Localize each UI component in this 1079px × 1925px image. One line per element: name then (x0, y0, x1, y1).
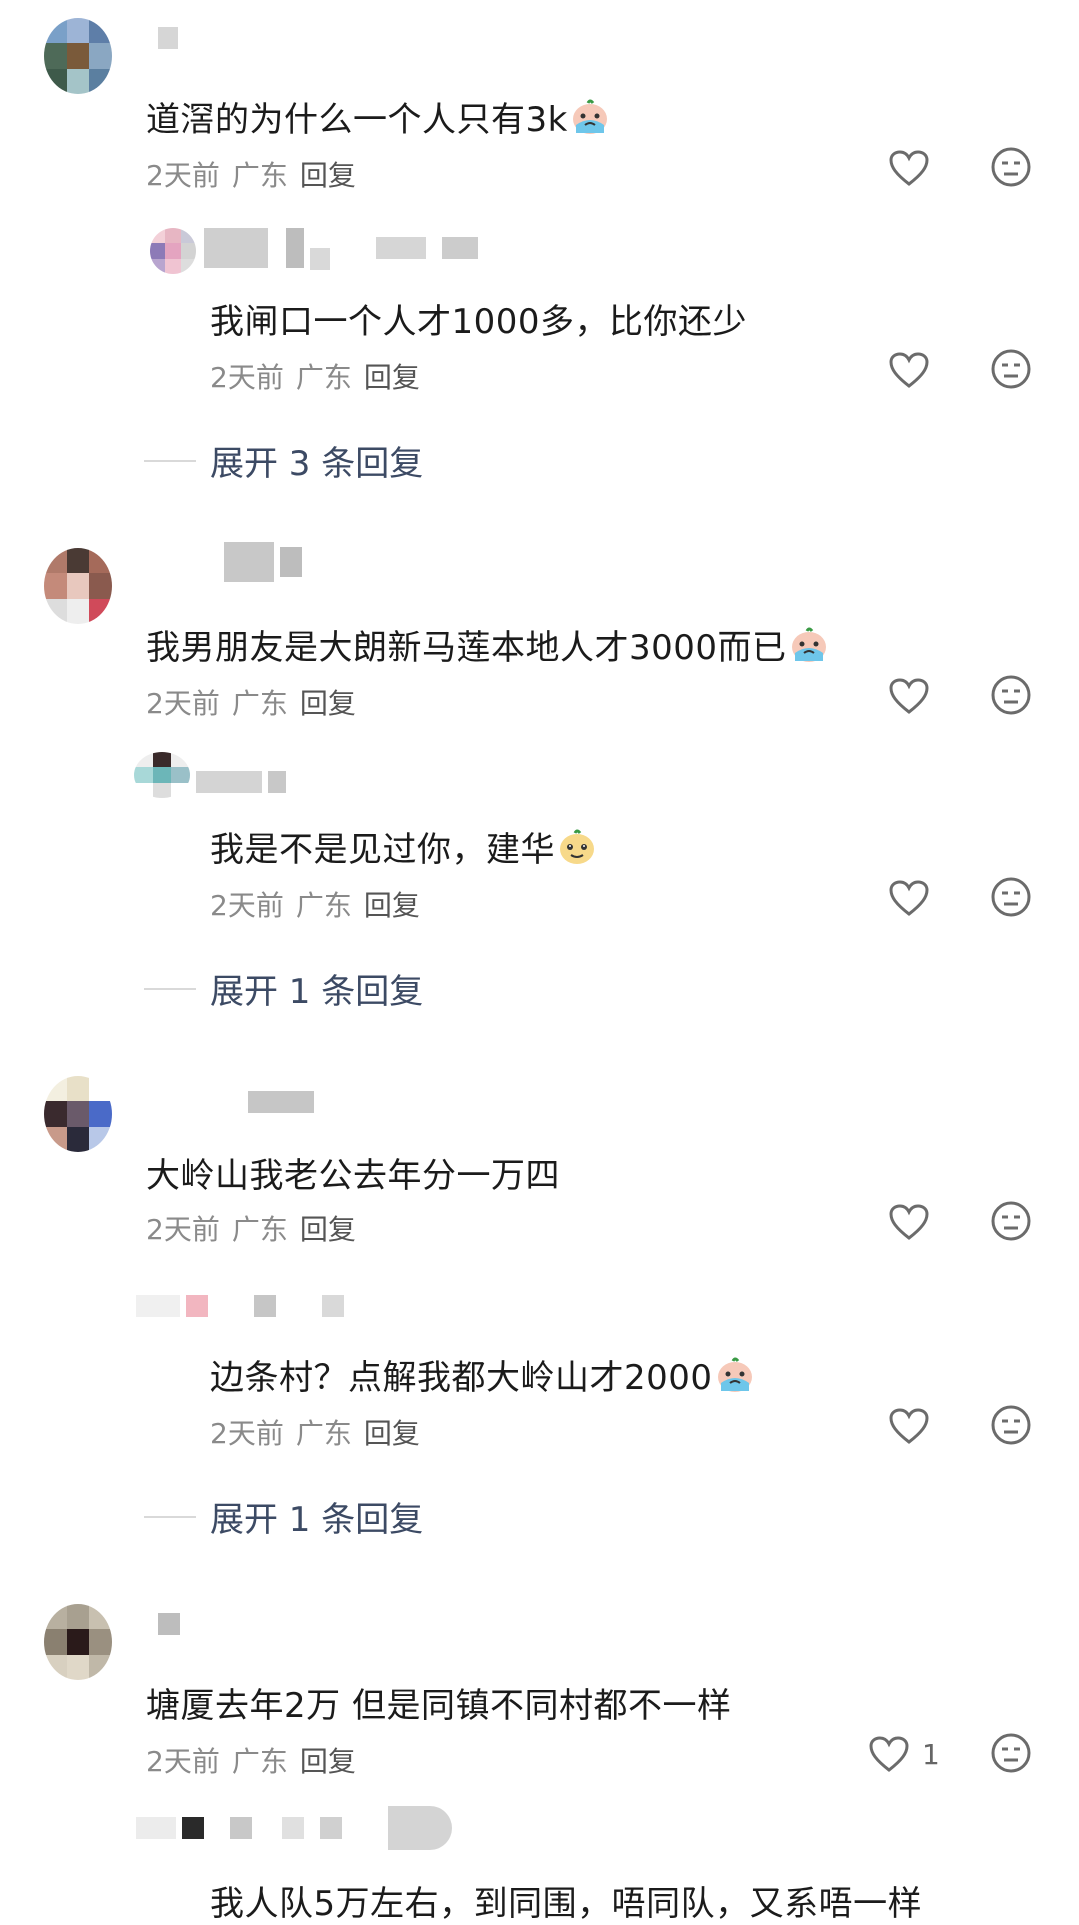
region: 广东 (295, 889, 352, 922)
dislike-icon[interactable] (990, 1404, 1034, 1448)
timestamp: 2天前 (146, 1745, 220, 1778)
timestamp: 2天前 (146, 159, 220, 192)
reply-meta: 2天前 广东 回复 (210, 884, 432, 924)
reply-avatar[interactable] (134, 752, 190, 798)
reply-meta: 2天前 广东 回复 (210, 356, 432, 396)
region: 广东 (295, 361, 352, 394)
like-icon[interactable] (888, 1404, 932, 1448)
avatar[interactable] (44, 548, 112, 624)
crying-emoji (789, 625, 829, 674)
dislike-icon[interactable] (990, 1200, 1034, 1244)
reply-button[interactable]: 回复 (300, 1745, 356, 1778)
reply-button[interactable]: 回复 (300, 687, 356, 720)
like-icon[interactable] (888, 1200, 932, 1244)
avatar[interactable] (44, 1604, 112, 1680)
username-blurred[interactable] (224, 542, 302, 582)
region: 广东 (231, 1745, 288, 1778)
like-icon[interactable] (888, 348, 932, 392)
comment-text: 大岭山我老公去年分一万四 (146, 1156, 560, 1196)
like-icon[interactable] (868, 1732, 912, 1776)
reply-text: 我是不是见过你，建华 (210, 822, 597, 876)
smug-emoji (557, 827, 597, 876)
reply-button[interactable]: 回复 (364, 1417, 420, 1450)
comment-text: 我男朋友是大朗新马莲本地人才3000而已 (146, 620, 829, 674)
region: 广东 (231, 159, 288, 192)
like-count: 1 (922, 1738, 940, 1771)
reply-button[interactable]: 回复 (300, 1213, 356, 1246)
reply-text: 我人队5万左右，到同围，唔同队，又系唔一样 (210, 1884, 923, 1924)
comment-meta: 2天前 广东 回复 (146, 154, 368, 194)
dislike-icon[interactable] (990, 876, 1034, 920)
timestamp: 2天前 (146, 1213, 220, 1246)
reply-button[interactable]: 回复 (300, 159, 356, 192)
username-blurred[interactable] (158, 1612, 180, 1636)
timestamp: 2天前 (210, 889, 284, 922)
expand-replies-button[interactable]: 展开 3 条回复 (144, 436, 423, 485)
dislike-icon[interactable] (990, 348, 1034, 392)
avatar[interactable] (44, 1076, 112, 1152)
divider (144, 459, 196, 462)
comment-text: 道滘的为什么一个人只有3k (146, 92, 610, 146)
timestamp: 2天前 (210, 1417, 284, 1450)
username-blurred[interactable] (158, 26, 178, 50)
crying-emoji (715, 1355, 755, 1404)
reply-username-blurred[interactable] (136, 1294, 344, 1318)
like-icon[interactable] (888, 674, 932, 718)
expand-replies-button[interactable]: 展开 1 条回复 (144, 1492, 423, 1541)
expand-replies-label: 展开 1 条回复 (210, 1500, 424, 1540)
expand-replies-label: 展开 1 条回复 (210, 972, 424, 1012)
reply-button[interactable]: 回复 (364, 361, 420, 394)
avatar[interactable] (44, 18, 112, 94)
reply-text: 我闸口一个人才1000多，比你还少 (210, 302, 748, 342)
crying-emoji (570, 97, 610, 146)
reply-username-blurred[interactable] (196, 770, 286, 794)
dislike-icon[interactable] (990, 674, 1034, 718)
comment-meta: 2天前 广东 回复 (146, 1740, 368, 1780)
reply-avatar[interactable] (150, 228, 196, 274)
dislike-icon[interactable] (990, 1732, 1034, 1776)
timestamp: 2天前 (210, 361, 284, 394)
reply-meta: 2天前 广东 回复 (210, 1412, 432, 1452)
like-icon[interactable] (888, 876, 932, 920)
expand-replies-button[interactable]: 展开 1 条回复 (144, 964, 423, 1013)
dislike-icon[interactable] (990, 146, 1034, 190)
reply-button[interactable]: 回复 (364, 889, 420, 922)
comment-text: 塘厦去年2万 但是同镇不同村都不一样 (146, 1686, 732, 1726)
comment-meta: 2天前 广东 回复 (146, 682, 368, 722)
divider (144, 987, 196, 990)
region: 广东 (231, 1213, 288, 1246)
username-blurred[interactable] (248, 1090, 314, 1114)
timestamp: 2天前 (146, 687, 220, 720)
like-icon[interactable] (888, 146, 932, 190)
reply-username-blurred[interactable] (204, 228, 478, 270)
region: 广东 (295, 1417, 352, 1450)
expand-replies-label: 展开 3 条回复 (210, 444, 424, 484)
region: 广东 (231, 687, 288, 720)
divider (144, 1515, 196, 1518)
comment-meta: 2天前 广东 回复 (146, 1208, 368, 1248)
reply-text: 边条村？点解我都大岭山才2000 (210, 1350, 755, 1404)
reply-username-blurred[interactable] (136, 1806, 452, 1850)
